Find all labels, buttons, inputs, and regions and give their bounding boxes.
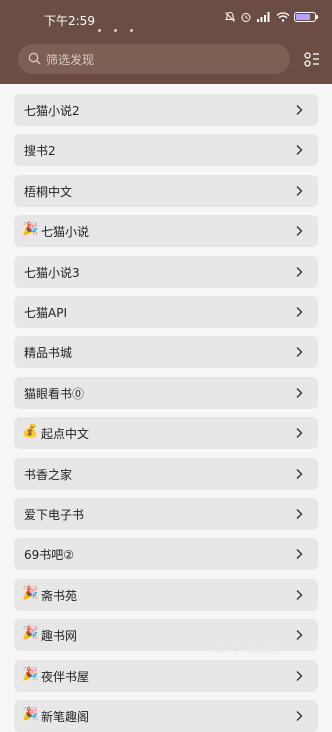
list-item[interactable]: 🎉 夜伴书屋 (14, 659, 318, 692)
item-emoji-icon: 🎉 (22, 585, 39, 601)
search-icon (28, 52, 41, 65)
battery-icon (294, 12, 318, 22)
chevron-right-icon (296, 711, 303, 721)
notification-dots (98, 17, 146, 36)
alarm-icon (241, 13, 251, 22)
mute-bell-icon (225, 11, 235, 22)
list-item-label: 七猫API (24, 306, 67, 320)
list-item-label: 猫眼看书⓪ (24, 386, 85, 401)
list-item[interactable]: 七猫小说2 (14, 94, 318, 126)
list-item[interactable]: 梧桐中文 (14, 174, 318, 207)
list-item-label: 69书吧② (24, 548, 75, 563)
list-item[interactable]: 69书吧② (14, 538, 318, 571)
watermark: 78下载站 (206, 638, 280, 657)
list-item[interactable]: 🎉 七猫小说 (14, 215, 318, 248)
item-emoji-icon: 💰 (22, 424, 39, 440)
chevron-right-icon (296, 468, 303, 479)
chevron-right-icon (296, 549, 303, 560)
search-input[interactable]: 筛选发现 (18, 44, 290, 74)
list-item[interactable]: 爱下电子书 (14, 498, 318, 530)
chevron-right-icon (296, 185, 303, 196)
list-item-label: 搜书2 (24, 144, 56, 159)
chevron-right-icon (296, 307, 303, 317)
chevron-right-icon (296, 387, 303, 398)
status-icons (224, 11, 318, 23)
list-item-label: 书香之家 (24, 467, 73, 482)
menu-options-icon[interactable] (302, 50, 322, 70)
list-item[interactable]: 💰 起点中文 (14, 417, 318, 450)
list-item-label: 斋书苑 (41, 588, 78, 603)
list-item[interactable]: 七猫API (14, 296, 318, 328)
list-item[interactable]: 搜书2 (14, 134, 318, 167)
chevron-right-icon (296, 630, 303, 641)
list-item[interactable]: 🎉 新笔趣阁 (14, 700, 318, 732)
chevron-right-icon (296, 226, 303, 237)
chevron-right-icon (296, 145, 303, 156)
list-item-label: 趣书网 (41, 629, 78, 644)
list-item-label: 七猫小说3 (24, 265, 80, 280)
list-item-label: 起点中文 (41, 427, 90, 442)
list-item-label: 七猫小说2 (24, 104, 80, 118)
list-item-label: 七猫小说 (41, 225, 90, 240)
status-bar: 下午2:59 (0, 0, 332, 40)
item-emoji-icon: 🎉 (22, 626, 39, 642)
list-item[interactable]: 精品书城 (14, 336, 318, 369)
chevron-right-icon (296, 670, 303, 681)
chevron-right-icon (296, 428, 303, 439)
list-item-label: 精品书城 (24, 346, 73, 361)
wifi-icon (276, 12, 290, 22)
list-item[interactable]: 七猫小说3 (14, 255, 318, 288)
item-emoji-icon: 🎉 (22, 222, 39, 238)
signal-icon (257, 12, 270, 22)
list-item[interactable]: 🎉 斋书苑 (14, 578, 318, 611)
list-item[interactable]: 猫眼看书⓪ (14, 376, 318, 409)
list-item-label: 新笔趣阁 (41, 710, 90, 724)
header-bar: 下午2:59 筛选发现 (0, 0, 332, 84)
chevron-right-icon (296, 266, 303, 277)
search-placeholder: 筛选发现 (46, 53, 95, 67)
chevron-right-icon (296, 105, 303, 115)
chevron-right-icon (296, 347, 303, 358)
list-item[interactable]: 书香之家 (14, 457, 318, 490)
chevron-right-icon (296, 589, 303, 600)
list-item-label: 梧桐中文 (24, 184, 73, 199)
item-emoji-icon: 🎉 (22, 666, 39, 682)
list-item-label: 爱下电子书 (24, 508, 85, 522)
chevron-right-icon (296, 509, 303, 519)
status-time: 下午2:59 (44, 14, 95, 28)
list-item-label: 夜伴书屋 (41, 669, 90, 684)
